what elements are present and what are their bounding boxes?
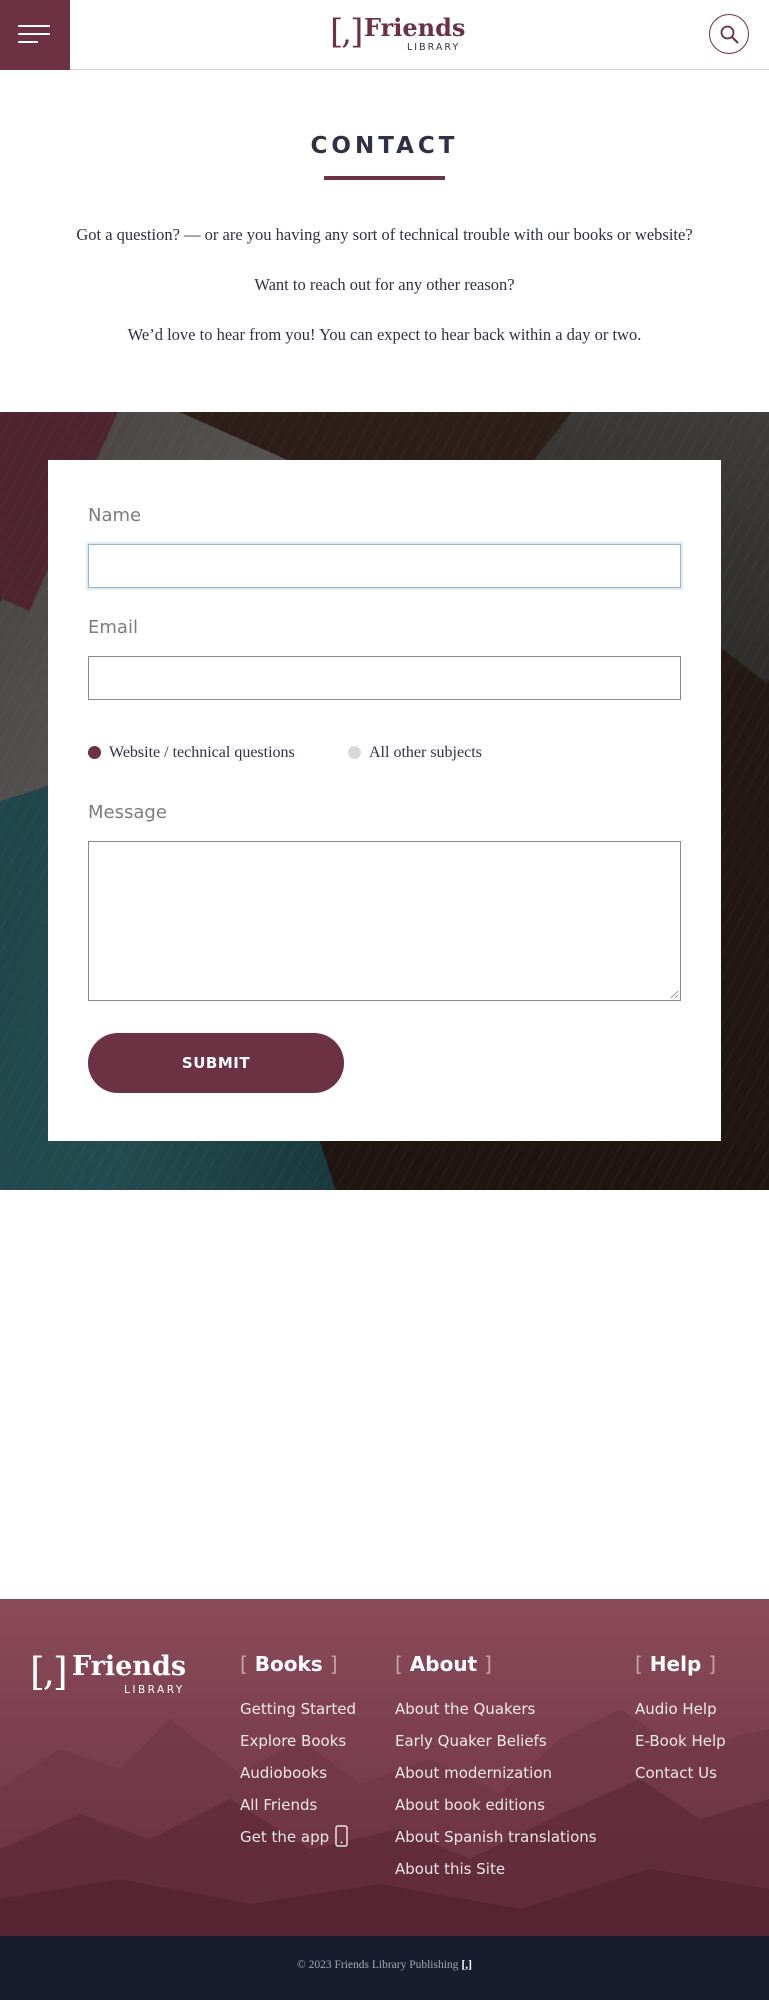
footer-link-about-this-site[interactable]: About this Site [395, 1853, 597, 1885]
hamburger-menu-icon-line [18, 33, 50, 35]
heading-bracket-open: [ [240, 1652, 248, 1676]
hamburger-menu-icon [18, 25, 50, 27]
footer-link-early-quaker-beliefs[interactable]: Early Quaker Beliefs [395, 1725, 597, 1757]
radio-technical-label: Website / technical questions [109, 744, 295, 761]
site-header: [,] Friends LIBRARY [0, 0, 769, 70]
footer-column-about: [ About ] About the Quakers Early Quaker… [395, 1649, 597, 1885]
intro-text-3: We’d love to hear from you! You can expe… [127, 325, 642, 344]
intro-text-1: Got a question? — or are you having any … [76, 225, 693, 244]
footer-link-about-spanish-translations[interactable]: About Spanish translations [395, 1821, 597, 1853]
footer-link-audio-help[interactable]: Audio Help [635, 1693, 726, 1725]
footer-link-about-modernization[interactable]: About modernization [395, 1757, 597, 1789]
footer-link-ebook-help[interactable]: E-Book Help [635, 1725, 726, 1757]
footer-logo-subtitle: LIBRARY [124, 1684, 185, 1696]
name-input[interactable] [89, 545, 680, 587]
footer-heading-books: [ Books ] [240, 1649, 356, 1679]
submit-button[interactable]: SUBMIT [88, 1033, 344, 1093]
heading-bracket-close: ] [484, 1652, 492, 1676]
copyright-logo: [,] [461, 1959, 472, 1971]
heading-bracket-open: [ [635, 1652, 643, 1676]
footer-link-explore-books[interactable]: Explore Books [240, 1725, 356, 1757]
contact-form: Name Email Website / technical questions… [48, 460, 721, 1141]
heading-text: Help [649, 1652, 702, 1676]
message-field [88, 841, 681, 1001]
footer-heading-about: [ About ] [395, 1649, 597, 1679]
footer-column-help: [ Help ] Audio Help E-Book Help Contact … [635, 1649, 726, 1789]
email-label: Email [88, 617, 138, 638]
radio-unselected-icon [348, 746, 361, 759]
name-field [88, 544, 681, 588]
email-field [88, 656, 681, 700]
radio-other-subjects[interactable]: All other subjects [348, 743, 508, 763]
radio-selected-icon [88, 746, 101, 759]
message-label: Message [88, 802, 167, 823]
radio-other-label: All other subjects [369, 744, 482, 761]
footer-link-get-the-app[interactable]: Get the app [240, 1821, 356, 1853]
logo-bracket: [,] [330, 12, 363, 52]
page-title: CONTACT [310, 133, 459, 159]
menu-button[interactable] [0, 0, 70, 70]
logo-word: Friends [364, 13, 466, 42]
copyright-bar: © 2023 Friends Library Publishing [,] [0, 1936, 769, 2000]
heading-text: Books [254, 1652, 323, 1676]
footer-link-contact-us[interactable]: Contact Us [635, 1757, 726, 1789]
intro-text-2: Want to reach out for any other reason? [254, 275, 515, 294]
footer-link-about-book-editions[interactable]: About book editions [395, 1789, 597, 1821]
copyright-text: © 2023 Friends Library Publishing [,] [0, 1959, 769, 1971]
search-icon [720, 25, 739, 44]
copyright-label: © 2023 Friends Library Publishing [297, 1959, 459, 1971]
footer-link-getting-started[interactable]: Getting Started [240, 1693, 356, 1725]
email-input[interactable] [89, 657, 680, 699]
radio-technical-questions[interactable]: Website / technical questions [88, 743, 328, 763]
heading-bracket-close: ] [329, 1652, 338, 1676]
footer-logo-word: Friends [72, 1651, 187, 1682]
logo-subtitle: LIBRARY [407, 42, 461, 53]
name-label: Name [88, 505, 142, 526]
site-footer: [,] Friends LIBRARY [ Books ] Getting St… [0, 1599, 769, 1936]
footer-heading-help: [ Help ] [635, 1649, 726, 1679]
site-logo[interactable]: [,] Friends LIBRARY [330, 12, 475, 54]
title-underline [324, 176, 445, 180]
message-textarea[interactable] [89, 842, 680, 1000]
heading-bracket-open: [ [395, 1652, 403, 1676]
footer-link-all-friends[interactable]: All Friends [240, 1789, 356, 1821]
footer-link-get-the-app-label: Get the app [240, 1828, 330, 1846]
resize-grip-icon[interactable] [669, 989, 679, 999]
footer-logo-bracket: [,] [30, 1650, 68, 1694]
footer-column-books: [ Books ] Getting Started Explore Books … [240, 1649, 356, 1853]
phone-icon [335, 1824, 348, 1847]
search-button[interactable] [709, 14, 749, 54]
footer-logo[interactable]: [,] Friends LIBRARY [30, 1650, 200, 1697]
contact-form-section: Name Email Website / technical questions… [0, 412, 769, 1190]
footer-link-audiobooks[interactable]: Audiobooks [240, 1757, 356, 1789]
footer-link-about-quakers[interactable]: About the Quakers [395, 1693, 597, 1725]
heading-text: About [409, 1652, 478, 1676]
hamburger-menu-icon-line-short [18, 41, 38, 43]
heading-bracket-close: ] [708, 1652, 717, 1676]
